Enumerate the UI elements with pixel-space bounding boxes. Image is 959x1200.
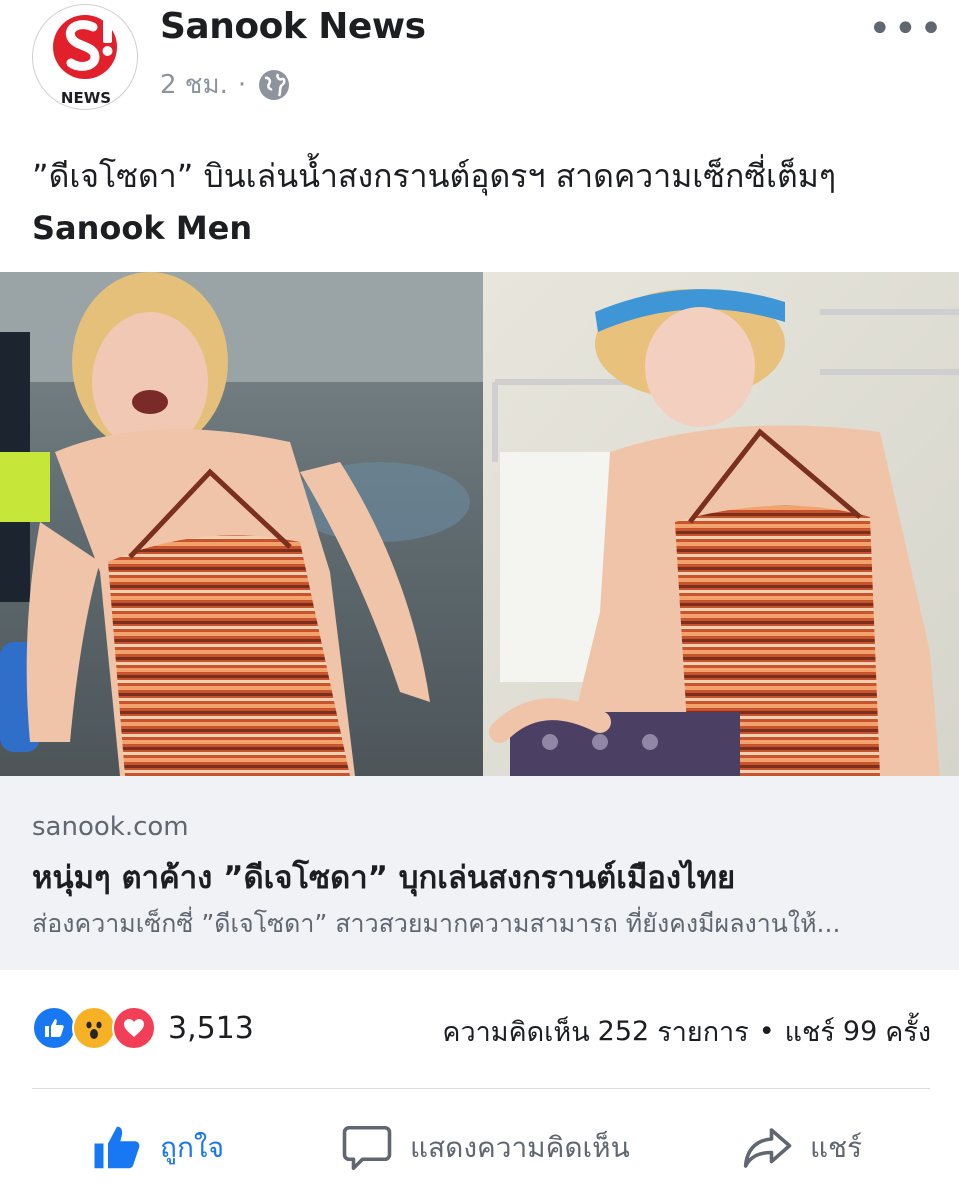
shares-unit[interactable]: ครั้ง (885, 1010, 931, 1053)
wow-reaction-icon (72, 1006, 116, 1050)
stats-separator: • (758, 1016, 775, 1047)
link-domain: sanook.com (32, 812, 189, 842)
comment-button[interactable]: แสดงความคิดเห็น (340, 1116, 630, 1180)
share-label: แชร์ (810, 1131, 863, 1164)
link-description: ส่องความเซ็กซี่ ”ดีเจโซดา” สาวสวยมากความ… (32, 909, 841, 938)
post-time[interactable]: 2 ชม. (160, 64, 228, 105)
more-options-icon[interactable]: ••• (868, 6, 945, 52)
comment-label: แสดงความคิดเห็น (410, 1131, 630, 1164)
caption-line: ”ดีเจโซดา” บินเล่นน้ำสงกรานต์อุดรฯ สาดคว… (32, 157, 837, 195)
share-button[interactable]: แชร์ (740, 1116, 862, 1180)
post-meta: 2 ชม. · (160, 64, 290, 105)
love-reaction-icon (112, 1006, 156, 1050)
reactions-summary[interactable]: 3,513 (32, 1006, 254, 1050)
dj-soda-photo (0, 272, 959, 776)
link-preview[interactable]: sanook.com หนุ่มๆ ตาค้าง ”ดีเจโซดา” บุกเ… (0, 776, 959, 970)
comments-unit[interactable]: รายการ (657, 1010, 749, 1053)
like-label: ถูกใจ (160, 1131, 224, 1164)
thumbs-up-icon (94, 1126, 140, 1169)
comments-label[interactable]: ความคิดเห็น (442, 1010, 589, 1053)
engagement-stats: ความคิดเห็น 252 รายการ • แชร์ 99 ครั้ง (442, 1010, 931, 1053)
link-title[interactable]: หนุ่มๆ ตาค้าง ”ดีเจโซดา” บุกเล่นสงกรานต์… (32, 852, 735, 902)
post-header: NEWS Sanook News 2 ชม. · ••• (0, 0, 959, 130)
comment-icon (342, 1125, 392, 1171)
like-button[interactable]: ถูกใจ (90, 1116, 224, 1180)
shares-count[interactable]: 99 (843, 1016, 877, 1047)
page-name[interactable]: Sanook News (160, 6, 426, 47)
comments-count[interactable]: 252 (598, 1016, 650, 1047)
actions-divider (32, 1088, 930, 1089)
reaction-count: 3,513 (168, 1010, 254, 1046)
post-actions: ถูกใจ แสดงความคิดเห็น แชร์ (0, 1108, 959, 1188)
post-caption: ”ดีเจโซดา” บินเล่นน้ำสงกรานต์อุดรฯ สาดคว… (32, 150, 932, 254)
avatar-brand-text: NEWS (61, 89, 111, 107)
page-avatar[interactable]: NEWS (32, 4, 138, 110)
share-icon (743, 1128, 792, 1168)
caption-tag[interactable]: Sanook Men (32, 202, 932, 254)
globe-icon (259, 69, 290, 100)
like-reaction-icon (32, 1006, 76, 1050)
sanook-logo-icon: NEWS (53, 15, 117, 107)
shares-label[interactable]: แชร์ (785, 1010, 835, 1053)
meta-dot: · (237, 69, 247, 100)
post-image[interactable]: i (0, 272, 959, 776)
